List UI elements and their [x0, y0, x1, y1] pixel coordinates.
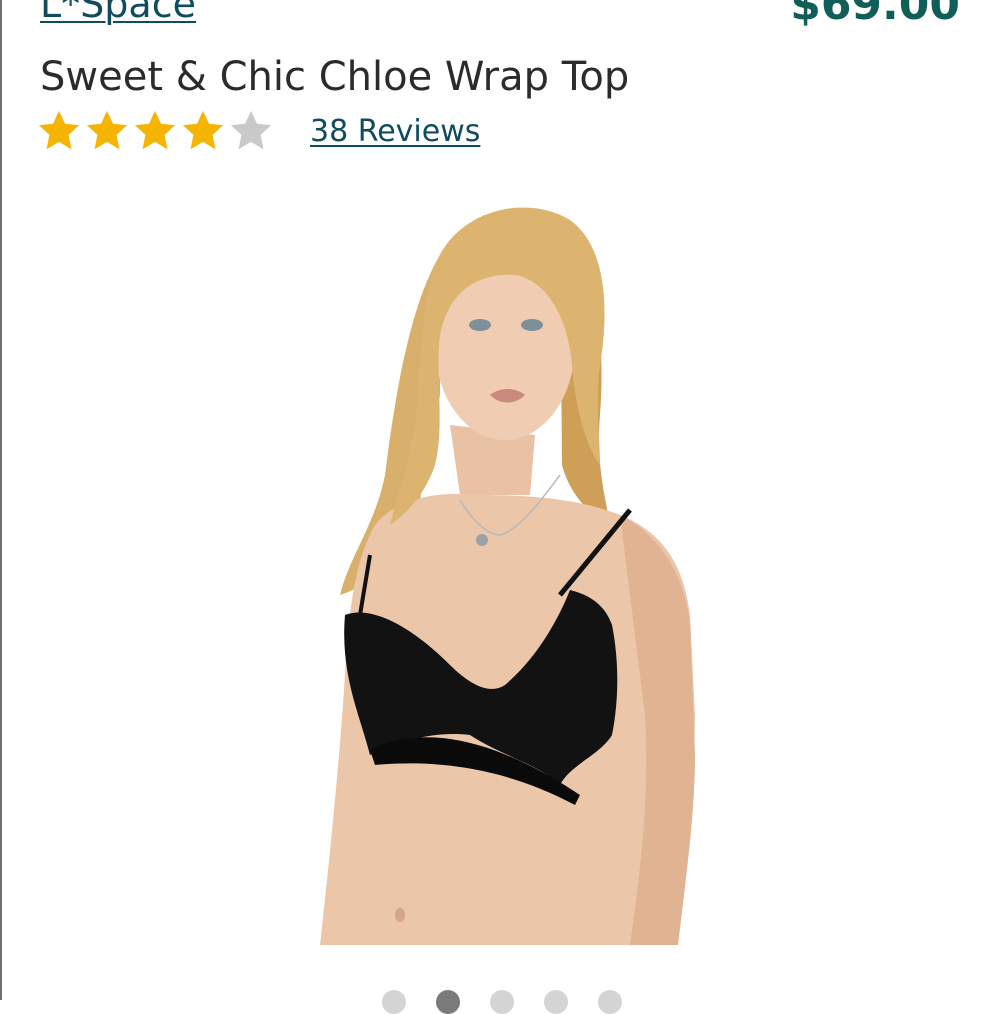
product-image[interactable] — [300, 195, 700, 945]
star-empty-icon — [230, 110, 272, 150]
brand-link[interactable]: L*Space — [40, 0, 196, 26]
carousel-dot[interactable] — [490, 990, 514, 1014]
star-filled-icon — [134, 110, 176, 150]
carousel-dots — [382, 990, 622, 1014]
reviews-link[interactable]: 38 Reviews — [310, 114, 480, 149]
page-left-border — [0, 0, 2, 1000]
carousel-dot[interactable] — [436, 990, 460, 1014]
product-price: $69.00 — [790, 0, 960, 30]
star-filled-icon — [38, 110, 80, 150]
star-filled-icon — [182, 110, 224, 150]
star-filled-icon — [86, 110, 128, 150]
rating-row: 38 Reviews — [36, 106, 480, 156]
carousel-dot[interactable] — [598, 990, 622, 1014]
carousel-dot[interactable] — [544, 990, 568, 1014]
product-title: Sweet & Chic Chloe Wrap Top — [40, 54, 630, 100]
carousel-dot[interactable] — [382, 990, 406, 1014]
star-rating — [36, 108, 274, 154]
